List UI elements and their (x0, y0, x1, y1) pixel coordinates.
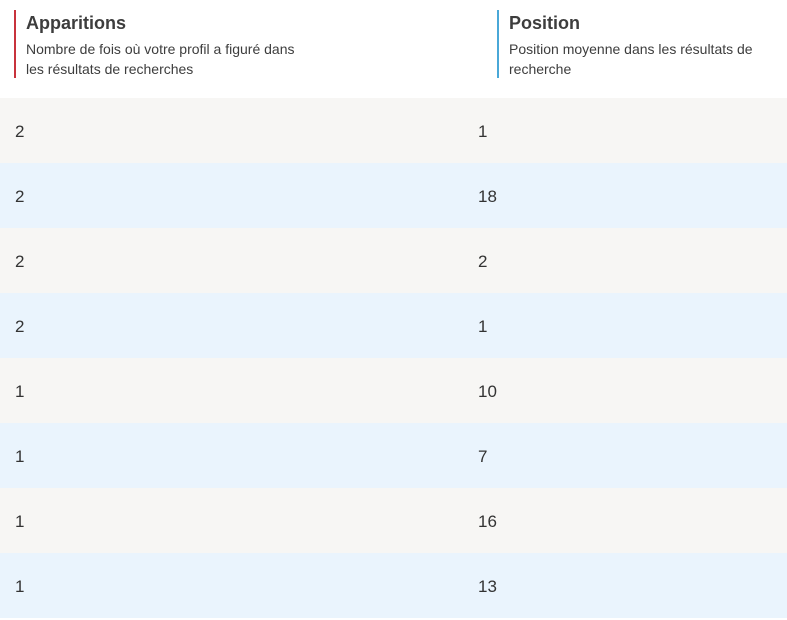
table-row: 2 1 (0, 98, 787, 163)
appearances-cell: 1 (15, 382, 25, 401)
column-title-appearances: Apparitions (26, 13, 127, 33)
appearances-cell: 2 (15, 252, 25, 271)
table-header: Apparitions Nombre de fois où votre prof… (0, 0, 787, 98)
column-title-position: Position (509, 13, 580, 33)
position-cell: 16 (478, 512, 497, 531)
position-cell: 2 (478, 252, 488, 271)
column-header-position: Position Position moyenne dans les résul… (497, 10, 787, 78)
position-cell: 10 (478, 382, 497, 401)
appearances-cell: 2 (15, 187, 25, 206)
column-description-appearances: Nombre de fois où votre profil a figuré … (26, 41, 295, 77)
table-row: 2 18 (0, 163, 787, 228)
table-row: 2 2 (0, 228, 787, 293)
position-cell: 13 (478, 577, 497, 596)
position-cell: 18 (478, 187, 497, 206)
appearances-cell: 1 (15, 447, 25, 466)
column-header-appearances: Apparitions Nombre de fois où votre prof… (14, 10, 484, 78)
appearances-cell: 2 (15, 317, 25, 336)
position-cell: 1 (478, 122, 488, 141)
table-row: 1 10 (0, 358, 787, 423)
appearances-cell: 1 (15, 512, 25, 531)
position-cell: 7 (478, 447, 488, 466)
position-cell: 1 (478, 317, 488, 336)
table-row: 2 1 (0, 293, 787, 358)
appearances-cell: 2 (15, 122, 25, 141)
table-row: 1 16 (0, 488, 787, 553)
table-row: 1 7 (0, 423, 787, 488)
appearances-cell: 1 (15, 577, 25, 596)
column-description-position: Position moyenne dans les résultats de r… (509, 41, 753, 77)
table-body: 2 1 2 18 2 2 2 1 1 10 1 7 1 16 1 13 (0, 98, 787, 618)
table-row: 1 13 (0, 553, 787, 618)
